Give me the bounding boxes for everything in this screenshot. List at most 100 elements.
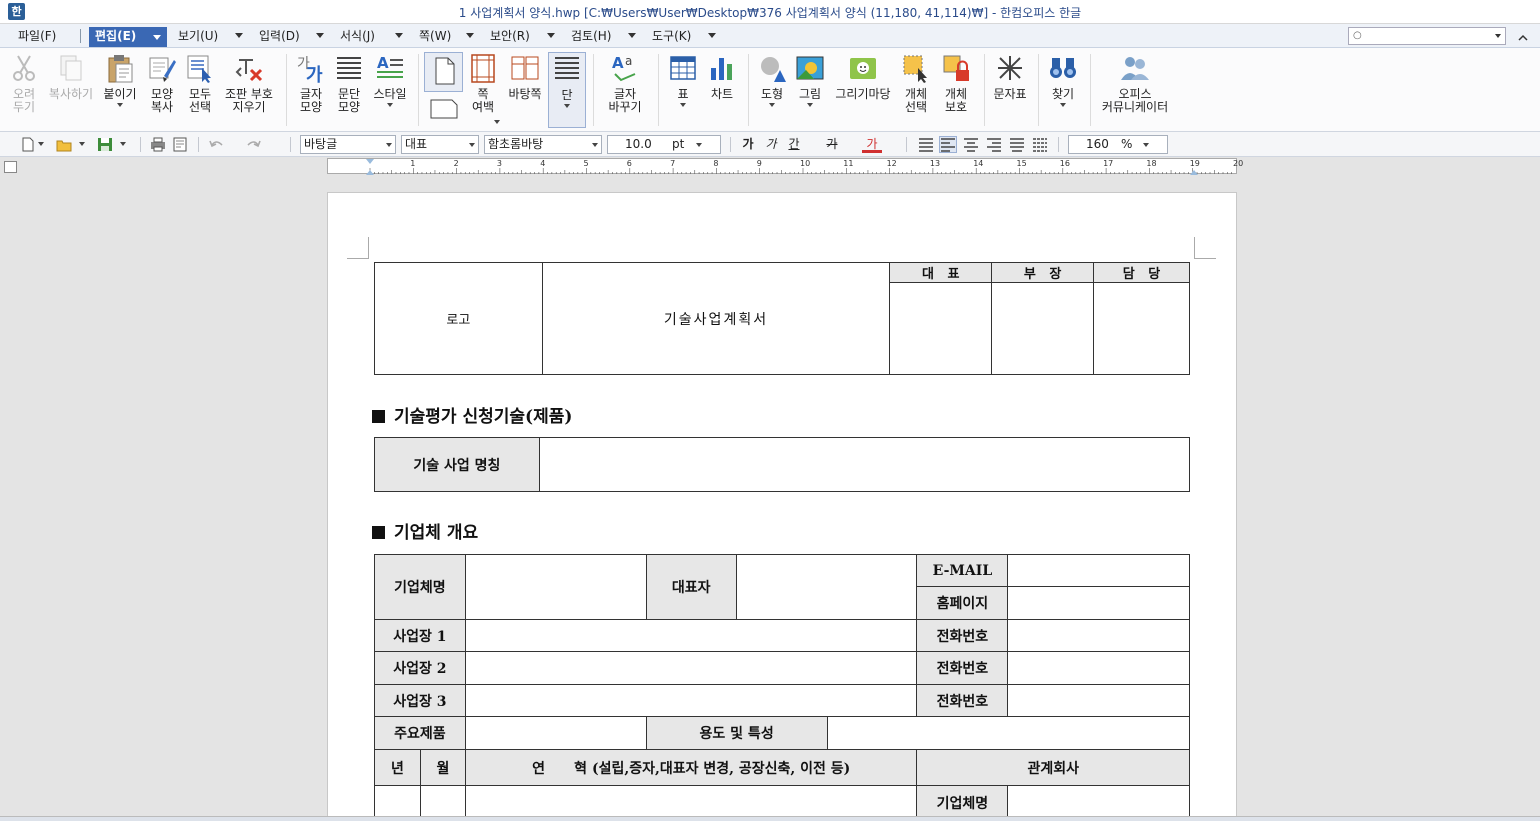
chevron-down-icon[interactable] (466, 33, 474, 38)
font-size-input[interactable]: 10.0 pt (607, 135, 721, 154)
italic-button[interactable]: 가 (761, 136, 781, 153)
page-portrait-button[interactable] (424, 52, 463, 92)
company-name-value[interactable] (464, 554, 647, 620)
ceo-value[interactable] (735, 554, 918, 620)
undo-icon[interactable] (208, 137, 224, 152)
tech-name-value[interactable] (538, 437, 1191, 492)
ruler-toggle-button[interactable] (4, 161, 17, 173)
open-folder-icon[interactable] (56, 137, 72, 152)
site3-phone-value[interactable] (1007, 684, 1190, 717)
font-select[interactable]: 함초롬바탕 (484, 135, 602, 154)
chevron-down-icon[interactable] (120, 142, 126, 146)
email-value[interactable] (1007, 554, 1190, 587)
related-company-name-value[interactable] (1007, 785, 1190, 820)
picture-button[interactable]: 그림 (792, 52, 828, 128)
language-select[interactable]: 대표 (401, 135, 479, 154)
bold-button[interactable]: 가 (738, 136, 758, 153)
strikethrough-button[interactable]: 가 (822, 136, 842, 153)
chevron-down-icon[interactable] (316, 33, 324, 38)
chevron-down-icon[interactable] (708, 33, 716, 38)
office-community-button[interactable]: 오피스 커뮤니케이터 (1096, 52, 1174, 128)
align-right-icon[interactable] (986, 137, 1002, 152)
symbol-button[interactable]: 문자표 (989, 52, 1031, 128)
menu-file[interactable]: 파일(F) (14, 27, 60, 47)
select-all-button[interactable]: 모두 선택 (182, 52, 218, 128)
site1-phone-value[interactable] (1007, 619, 1190, 652)
format-copy-button[interactable]: 모양 복사 (143, 52, 181, 128)
print-icon[interactable] (150, 137, 166, 152)
chevron-down-icon[interactable] (547, 33, 555, 38)
menu-review[interactable]: 검토(H) (567, 27, 615, 47)
chevron-down-icon[interactable] (79, 142, 85, 146)
homepage-value[interactable] (1007, 586, 1190, 620)
chevron-down-icon[interactable] (387, 103, 393, 107)
print-preview-icon[interactable] (172, 137, 188, 152)
char-replace-button[interactable]: Aa 글자 바꾸기 (599, 52, 651, 128)
align-justify-icon[interactable] (918, 137, 934, 152)
site2-value[interactable] (464, 651, 918, 685)
page-landscape-button[interactable] (424, 96, 463, 126)
menu-security[interactable]: 보안(R) (486, 27, 534, 47)
menu-tools[interactable]: 도구(K) (648, 27, 695, 47)
usage-value[interactable] (826, 716, 1191, 750)
approval-staff-sign[interactable] (1093, 282, 1190, 375)
chevron-down-icon[interactable] (1495, 34, 1501, 38)
document-page[interactable]: 로고 기술사업계획서 대 표 부 장 담 당 기술평가 신청기술(제품) 기술 … (327, 192, 1237, 821)
align-distribute-icon[interactable] (1009, 137, 1025, 152)
char-shape-button[interactable]: 가가 글자 모양 (292, 52, 330, 128)
document-title[interactable]: 기술사업계획서 (541, 262, 891, 375)
align-split-icon[interactable] (1032, 137, 1048, 152)
chevron-down-icon[interactable] (494, 120, 500, 124)
menu-view[interactable]: 보기(U) (174, 27, 222, 47)
zoom-input[interactable]: 160 % (1068, 135, 1168, 154)
object-select-button[interactable]: 개체 선택 (898, 52, 934, 128)
site2-phone-value[interactable] (1007, 651, 1190, 685)
chevron-down-icon[interactable] (1060, 103, 1066, 107)
new-document-icon[interactable] (20, 137, 36, 152)
style-select[interactable]: 바탕글 (300, 135, 396, 154)
history-content-cell[interactable] (464, 785, 918, 820)
help-search-input[interactable]: ○ (1348, 27, 1506, 45)
table-button[interactable]: 표 (664, 52, 702, 128)
ruler-indent-marker[interactable] (366, 159, 374, 175)
chevron-down-icon[interactable] (680, 103, 686, 107)
redo-icon[interactable] (246, 137, 262, 152)
background-page-button[interactable]: 바탕쪽 (503, 52, 547, 128)
history-month-cell[interactable] (419, 785, 466, 820)
chevron-down-icon[interactable] (628, 33, 636, 38)
align-left-icon[interactable] (939, 136, 957, 153)
horizontal-ruler[interactable]: 1 2 3 4 5 6 7 8 9 10 11 12 13 14 15 16 17 18 19 20 (327, 158, 1243, 175)
menu-format[interactable]: 서식(J) (336, 27, 379, 47)
page-margin-button[interactable]: 쪽 여백 (465, 52, 501, 128)
chevron-down-icon[interactable] (807, 103, 813, 107)
chevron-down-icon[interactable] (564, 104, 570, 108)
chart-button[interactable]: 차트 (703, 52, 741, 128)
drawing-market-button[interactable]: 그리기마당 (831, 52, 895, 128)
object-protect-button[interactable]: 개체 보호 (936, 52, 976, 128)
column-button[interactable]: 단 (548, 52, 586, 128)
collapse-ribbon-icon[interactable] (1518, 33, 1528, 43)
logo-cell[interactable]: 로고 (374, 262, 543, 375)
site3-value[interactable] (464, 684, 918, 717)
menu-page[interactable]: 쪽(W) (415, 27, 455, 47)
approval-manager-sign[interactable] (991, 282, 1095, 375)
main-product-value[interactable] (464, 716, 647, 750)
site1-value[interactable] (464, 619, 918, 652)
approval-ceo-sign[interactable] (889, 282, 993, 375)
clear-marks-button[interactable]: 조판 부호 지우기 (220, 52, 278, 128)
copy-button[interactable]: 복사하기 (46, 52, 96, 128)
save-icon[interactable] (97, 137, 113, 152)
chevron-down-icon[interactable] (395, 33, 403, 38)
chevron-down-icon[interactable] (38, 142, 44, 146)
style-button[interactable]: A 스타일 (369, 52, 411, 128)
align-center-icon[interactable] (963, 137, 979, 152)
chevron-down-icon[interactable] (235, 33, 243, 38)
underline-button[interactable]: 간 (784, 136, 804, 153)
menu-edit[interactable]: 편집(E) (89, 27, 167, 47)
find-button[interactable]: 찾기 (1043, 52, 1083, 128)
chevron-down-icon[interactable] (117, 103, 123, 107)
history-year-cell[interactable] (374, 785, 421, 820)
cut-button[interactable]: 오려 두기 (4, 52, 44, 128)
chevron-down-icon[interactable] (769, 103, 775, 107)
paste-button[interactable]: 붙이기 (100, 52, 140, 128)
